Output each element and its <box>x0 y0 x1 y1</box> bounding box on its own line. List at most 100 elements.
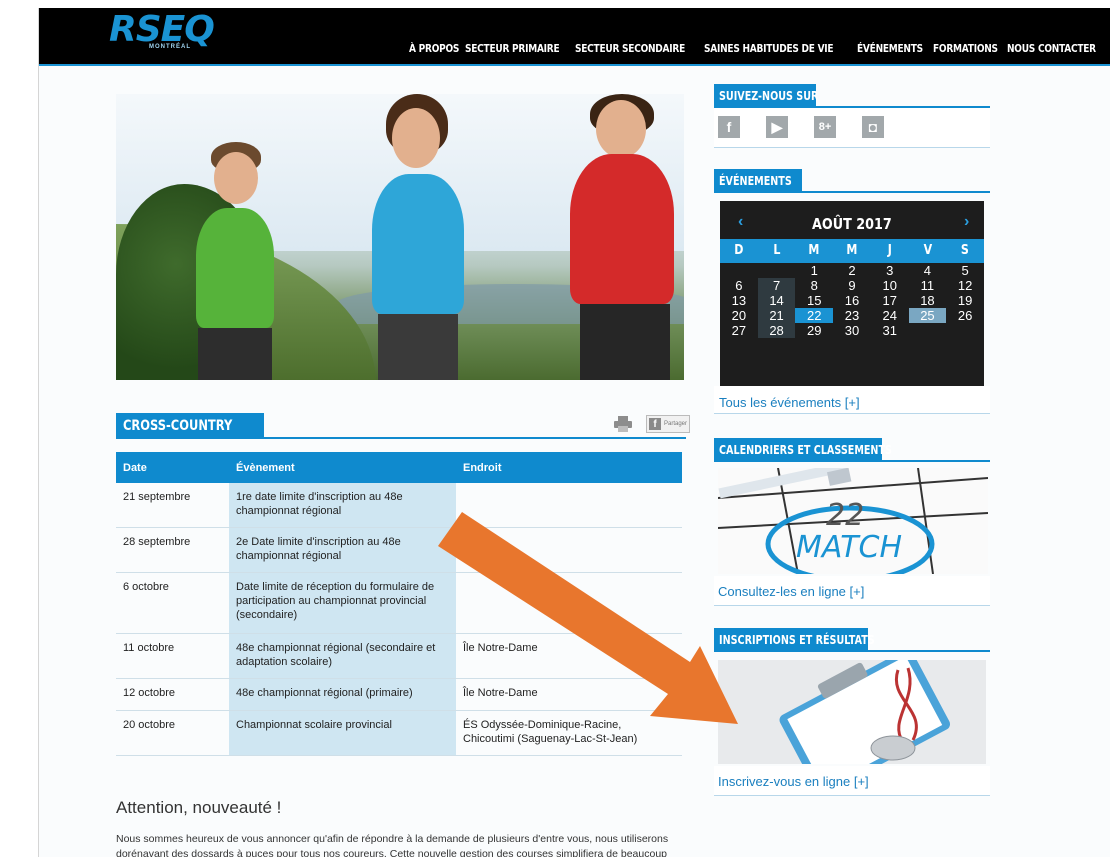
row-date: 12 octobre <box>116 678 229 711</box>
calendar-day[interactable]: 17 <box>871 293 909 308</box>
calendar-day[interactable]: 23 <box>833 308 871 323</box>
weekday-label: J <box>887 243 892 258</box>
attention-heading: Attention, nouveauté ! <box>116 798 282 817</box>
events-calendar: ‹ AOÛT 2017 › D L M M J V S 1 2 3 4 5 6 7 8 9 10 1… <box>720 201 984 386</box>
calendar-day[interactable]: 25 <box>908 308 947 323</box>
google-plus-icon[interactable]: 8+ <box>814 116 836 138</box>
calendars-widget-title: CALENDRIERS ET CLASSEMENTS <box>719 443 892 457</box>
row-event: 48e championnat régional (secondaire et … <box>229 633 456 679</box>
share-label: Partager <box>664 421 688 427</box>
logo-text: RSEQ <box>109 9 215 50</box>
events-widget-rule <box>714 191 990 193</box>
runner-girl <box>356 94 476 380</box>
row-event: 2e Date limite d'inscription au 48e cham… <box>229 527 456 573</box>
social-icons: f ▶ 8+ ◘ <box>718 116 884 138</box>
calendar-day[interactable]: 4 <box>909 263 947 278</box>
nav-item-a-propos[interactable]: À PROPOS <box>409 42 459 55</box>
calendar-next-button[interactable]: › <box>964 213 969 231</box>
column-header-place: Endroit <box>456 452 682 483</box>
calendar-day[interactable]: 11 <box>909 278 947 293</box>
nav-item-secteur-secondaire[interactable]: SECTEUR SECONDAIRE <box>575 42 685 55</box>
print-icon[interactable] <box>614 416 632 432</box>
row-date: 11 octobre <box>116 633 229 679</box>
social-widget-tab: SUIVEZ-NOUS SUR <box>714 84 819 108</box>
hero-image <box>116 94 684 380</box>
match-text: MATCH <box>796 530 903 565</box>
calendar-grid: 1 2 3 4 5 6 7 8 9 10 11 12 13 14 15 16 17 18 19 20 21 22 23 24 2… <box>720 263 984 338</box>
calendar-day[interactable]: 12 <box>946 278 984 293</box>
calendar-day[interactable]: 28 <box>757 323 796 338</box>
calendar-day[interactable]: 6 <box>720 278 758 293</box>
row-event: Date limite de réception du formulaire d… <box>229 572 456 634</box>
calendar-day[interactable]: 7 <box>757 278 796 293</box>
inscriptions-link[interactable]: Inscrivez-vous en ligne [+] <box>718 774 869 789</box>
calendar-day[interactable]: 29 <box>795 323 833 338</box>
main-nav: À PROPOS SECTEUR PRIMAIRE SECTEUR SECOND… <box>409 42 1101 55</box>
nav-item-saines-habitudes[interactable]: SAINES HABITUDES DE VIE <box>704 42 834 55</box>
facebook-icon: f <box>649 418 661 430</box>
orange-arrow-annotation <box>438 512 738 724</box>
calendar-day[interactable]: 27 <box>720 323 758 338</box>
calendar-day[interactable]: 15 <box>795 293 833 308</box>
calendar-month: AOÛT 2017 <box>812 215 892 233</box>
nav-item-nous-contacter[interactable]: NOUS CONTACTER <box>1007 42 1096 55</box>
calendar-day[interactable]: 8 <box>795 278 833 293</box>
calendar-day[interactable]: 16 <box>833 293 871 308</box>
calendar-day[interactable]: 2 <box>833 263 871 278</box>
calendar-empty-cell <box>720 263 758 278</box>
calendar-day[interactable]: 18 <box>909 293 947 308</box>
social-widget-title: SUIVEZ-NOUS SUR <box>719 89 819 103</box>
body-paragraph: Nous sommes heureux de vous annoncer qu'… <box>116 833 669 857</box>
calendar-day[interactable]: 10 <box>871 278 909 293</box>
calendar-day[interactable]: 3 <box>871 263 909 278</box>
calendar-day[interactable]: 20 <box>720 308 758 323</box>
row-date: 20 octobre <box>116 710 229 756</box>
top-navigation-bar: RSEQ MONTRÉAL À PROPOS SECTEUR PRIMAIRE … <box>39 8 1110 64</box>
calendar-day[interactable]: 31 <box>871 323 909 338</box>
calendar-day[interactable]: 24 <box>871 308 909 323</box>
calendars-widget-tab: CALENDRIERS ET CLASSEMENTS <box>714 438 892 462</box>
section-title: CROSS-COUNTRY <box>123 418 233 434</box>
section-title-tab: CROSS-COUNTRY <box>116 413 264 439</box>
calendar-day[interactable]: 19 <box>946 293 984 308</box>
weekday-label: M <box>846 243 858 258</box>
nav-item-formations[interactable]: FORMATIONS <box>933 42 998 55</box>
header-divider <box>39 64 1110 66</box>
match-number: 22 <box>826 498 865 533</box>
row-event: 48e championnat régional (primaire) <box>229 678 456 711</box>
row-date: 6 octobre <box>116 572 229 634</box>
calendars-widget-rule <box>714 460 990 462</box>
instagram-icon[interactable]: ◘ <box>862 116 884 138</box>
weekday-label: D <box>734 243 744 258</box>
runner-woman <box>556 94 684 380</box>
calendar-day[interactable]: 1 <box>795 263 833 278</box>
weekday-label: S <box>961 243 970 258</box>
calendar-day[interactable]: 22 <box>795 308 834 323</box>
weekday-label: M <box>808 243 820 258</box>
logo-subtext: MONTRÉAL <box>149 44 191 50</box>
facebook-icon[interactable]: f <box>718 116 740 138</box>
section-title-rule <box>116 437 686 439</box>
calendar-day[interactable]: 30 <box>833 323 871 338</box>
weekday-label: V <box>923 243 932 258</box>
events-widget-tab: ÉVÉNEMENTS <box>714 169 802 193</box>
calendar-day[interactable]: 5 <box>946 263 984 278</box>
calendar-day[interactable]: 9 <box>833 278 871 293</box>
calendar-day[interactable]: 14 <box>757 293 796 308</box>
column-header-event: Évènement <box>229 452 456 483</box>
calendar-day[interactable]: 26 <box>946 308 984 323</box>
row-event: Championnat scolaire provincial <box>229 710 456 756</box>
nav-item-secteur-primaire[interactable]: SECTEUR PRIMAIRE <box>465 42 560 55</box>
all-events-link[interactable]: Tous les événements [+] <box>719 395 860 410</box>
calendar-day[interactable]: 21 <box>757 308 796 323</box>
weekday-label: L <box>773 243 781 258</box>
calendar-day[interactable]: 13 <box>720 293 758 308</box>
nav-item-evenements[interactable]: ÉVÉNEMENTS <box>857 42 923 55</box>
row-event: 1re date limite d'inscription au 48e cha… <box>229 483 456 528</box>
runner-boy <box>176 134 286 380</box>
events-widget-title: ÉVÉNEMENTS <box>719 174 792 188</box>
rseq-logo[interactable]: RSEQ MONTRÉAL <box>109 9 215 51</box>
calendar-empty-cell <box>758 263 796 278</box>
youtube-icon[interactable]: ▶ <box>766 116 788 138</box>
share-button[interactable]: f Partager <box>646 415 690 433</box>
